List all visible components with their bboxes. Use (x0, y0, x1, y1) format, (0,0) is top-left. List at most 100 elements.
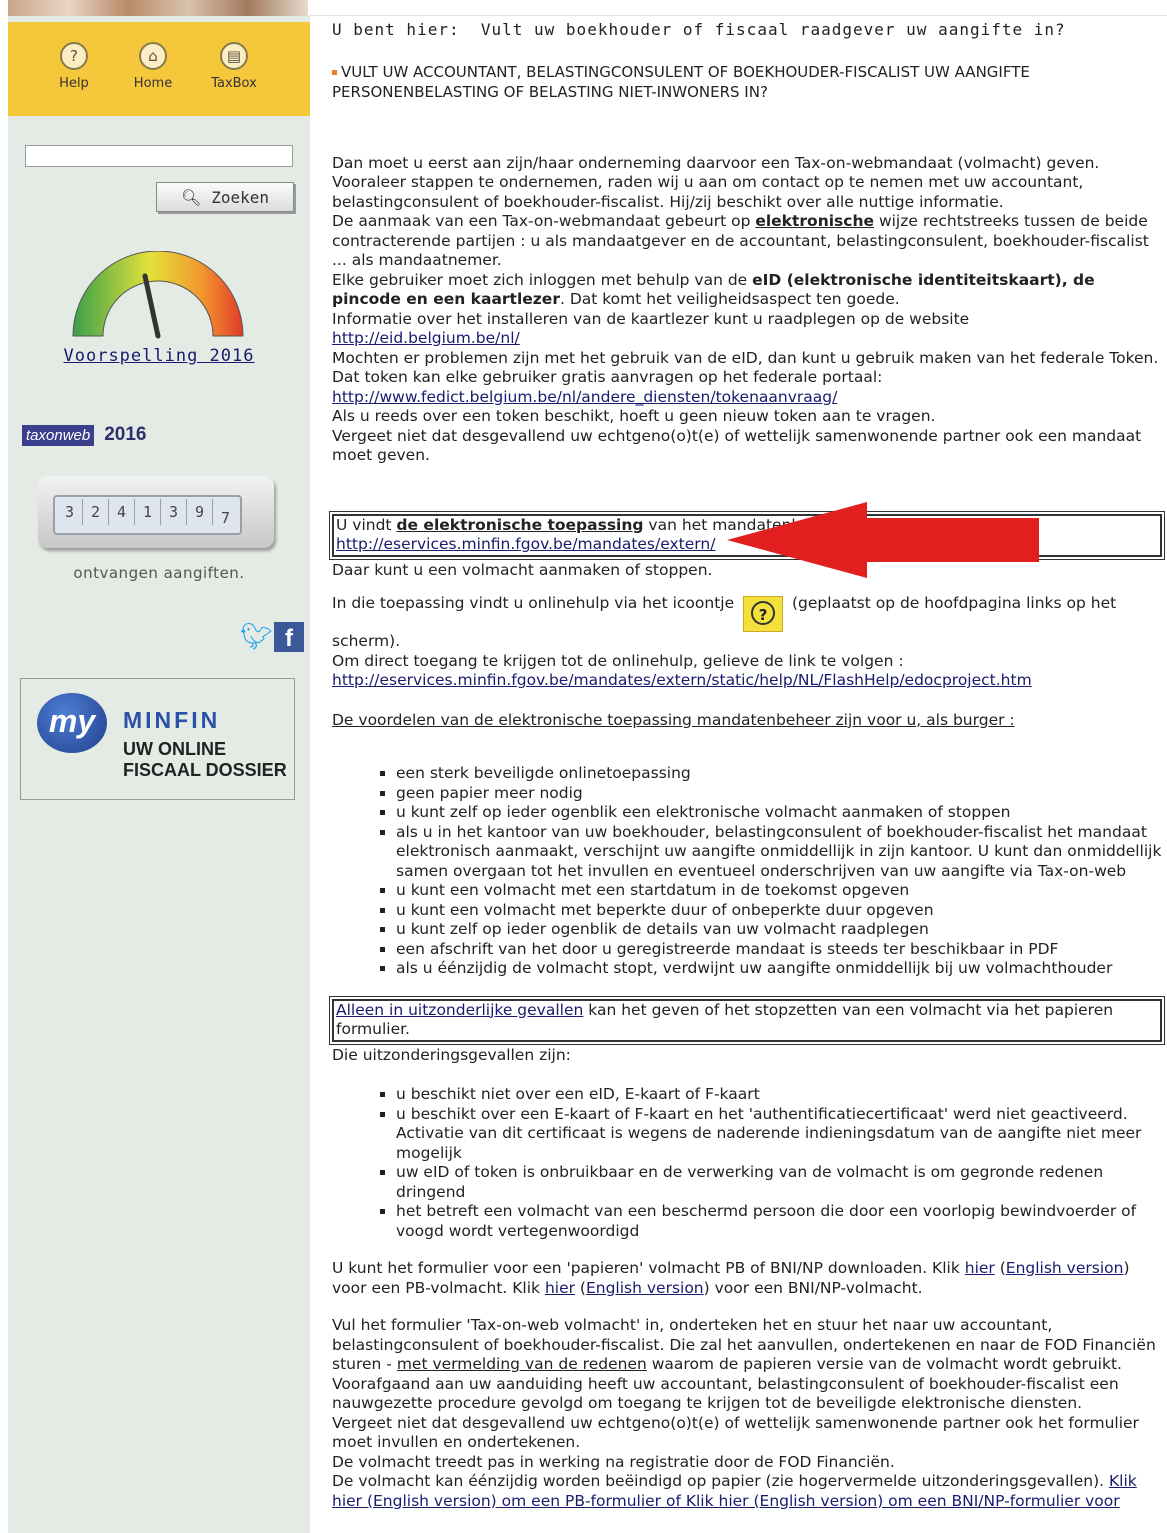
intro-p1: Dan moet u eerst aan zijn/haar ondernemi… (332, 153, 1100, 211)
final-p4: De volmacht treedt pas in werking na reg… (332, 1452, 895, 1471)
intro-p2-a: De aanmaak van een Tax-on-webmandaat geb… (332, 212, 756, 230)
intro-section: Dan moet u eerst aan zijn/haar ondernemi… (332, 154, 1162, 466)
list-item: u beschikt niet over een eID, E-kaart of… (396, 1085, 1162, 1105)
exception-box: Alleen in uitzonderlijke gevallen kan he… (329, 995, 1165, 1045)
list-item: geen papier meer nodig (396, 784, 1162, 804)
download-c: voor een BNI/NP-volmacht. (709, 1278, 923, 1297)
final-p5-a: De volmacht kan éénzijdig worden beëindi… (332, 1472, 1109, 1490)
home-label: Home (133, 76, 173, 91)
question-icon: ? (60, 42, 88, 70)
social-links: 🐦︎ f (240, 622, 304, 652)
forecast-gauge-icon (72, 251, 244, 339)
final-section: Vul het formulier 'Tax-on-web volmacht' … (332, 1316, 1162, 1511)
counter-digit: 7 (220, 509, 231, 527)
token-link[interactable]: http://www.fedict.belgium.be/nl/andere_d… (332, 388, 837, 406)
final-p1-underline: met vermelding van de redenen (396, 1355, 647, 1373)
linkbox-bold: de elektronische toepassing (396, 515, 644, 534)
list-item: u kunt een volmacht met beperkte duur of… (396, 901, 1162, 921)
pb-english-link[interactable]: English version (1006, 1259, 1124, 1277)
submission-counter: 3 2 4 1 3 9 7 (38, 476, 274, 548)
help-button[interactable]: ? Help (42, 42, 106, 91)
download-b: voor een PB-volmacht. Klik (332, 1278, 545, 1297)
list-item: het betreft een volmacht van een bescher… (396, 1202, 1162, 1241)
list-item: als u in het kantoor van uw boekhouder, … (396, 823, 1162, 882)
taxbox-button[interactable]: ▤ TaxBox (202, 42, 266, 91)
search-button-label: Zoeken (211, 187, 270, 207)
intro-p2-bold: elektronische (755, 212, 875, 230)
final-p5: De volmacht kan éénzijdig worden beëindi… (332, 1472, 1162, 1511)
linkbox-a: U vindt (336, 515, 397, 534)
exceptions-list: u beschikt niet over een eID, E-kaart of… (332, 1085, 1162, 1241)
red-arrow-icon (727, 501, 1039, 578)
myminfin-banner[interactable]: my MINFIN UW ONLINE FISCAAL DOSSIER (20, 678, 295, 800)
breadcrumb: U bent hier: Vult uw boekhouder of fisca… (332, 20, 1162, 40)
search-button[interactable]: 🔍︎ Zoeken (156, 182, 294, 212)
search-input[interactable] (25, 145, 293, 167)
received-label: ontvangen aangiften. (73, 564, 245, 582)
myminfin-subtitle: UW ONLINE FISCAAL DOSSIER (123, 739, 287, 781)
help-text-a: In die toepassing vindt u onlinehulp via… (332, 594, 735, 612)
advantages-list: een sterk beveiligde onlinetoepassing ge… (332, 764, 1162, 979)
mandates-link-box: U vindt de elektronische toepassing van … (329, 501, 1165, 578)
list-item: als u éénzijdig de volmacht stopt, verdw… (396, 959, 1162, 979)
main-content: U bent hier: Vult uw boekhouder of fisca… (329, 20, 1165, 1511)
final-p1: Vul het formulier 'Tax-on-web volmacht' … (332, 1316, 1162, 1375)
home-button[interactable]: ⌂ Home (121, 42, 185, 91)
download-a: U kunt het formulier voor een 'papieren'… (332, 1259, 965, 1277)
magnifier-icon: 🔍︎ (180, 187, 202, 207)
facebook-icon[interactable]: f (274, 622, 304, 652)
list-item: een afschrift van het door u geregistree… (396, 940, 1162, 960)
intro-p5: Mochten er problemen zijn met het gebrui… (332, 348, 1159, 387)
top-nav: ? Help ⌂ Home ▤ TaxBox (8, 22, 310, 116)
bni-english-link[interactable]: English version (586, 1279, 704, 1297)
forecast-link-text[interactable]: Voorspelling 2016 (64, 346, 255, 366)
intro-p3-a: Elke gebruiker moet zich inloggen met be… (332, 270, 753, 289)
pb-form-link[interactable]: hier (965, 1259, 995, 1277)
breadcrumb-label: U bent hier: (332, 20, 460, 39)
help-question-icon: ? (743, 596, 784, 632)
myminfin-logo-icon: my (37, 693, 107, 753)
intro-p3-c: . Dat komt het veiligheidsaspect ten goe… (559, 290, 900, 308)
header-banner-image (8, 0, 308, 16)
counter-digit: 2 (83, 499, 109, 525)
home-icon: ⌂ (139, 42, 167, 70)
myminfin-subtitle-line1: UW ONLINE (123, 739, 226, 759)
exception-link[interactable]: Alleen in uitzonderlijke gevallen (336, 1001, 583, 1019)
advantages-title: De voordelen van de elektronische toepas… (332, 710, 1015, 729)
list-item: u kunt een volmacht met een startdatum i… (396, 881, 1162, 901)
final-p2: Voorafgaand aan uw aanduiding heeft uw a… (332, 1374, 1119, 1413)
counter-digit: 1 (135, 499, 161, 525)
bni-form-link[interactable]: hier (545, 1279, 575, 1297)
bullet-square-icon (332, 69, 337, 75)
taxbox-icon: ▤ (220, 42, 248, 70)
list-item: uw eID of token is onbruikbaar en de ver… (396, 1163, 1162, 1202)
mandates-link[interactable]: http://eservices.minfin.fgov.be/mandates… (336, 535, 715, 553)
help-label: Help (59, 76, 89, 91)
twitter-icon[interactable]: 🐦︎ (240, 622, 273, 652)
myminfin-subtitle-line2: FISCAAL DOSSIER (123, 760, 287, 780)
counter-digit: 3 (57, 499, 83, 525)
intro-p7: Vergeet niet dat desgevallend uw echtgen… (332, 426, 1142, 465)
help-text: In die toepassing vindt u onlinehulp via… (332, 594, 1162, 652)
taxonweb-year: 2016 (104, 424, 147, 445)
header-divider (310, 15, 1167, 16)
list-item: een sterk beveiligde onlinetoepassing (396, 764, 1162, 784)
myminfin-title: MINFIN (123, 707, 221, 733)
counter-digits: 3 2 4 1 3 9 7 (53, 495, 242, 535)
eid-link[interactable]: http://eid.belgium.be/nl/ (332, 329, 520, 347)
forecast-link[interactable]: Voorspelling 2016 (8, 346, 310, 366)
exceptions-title: Die uitzonderingsgevallen zijn: (332, 1045, 571, 1064)
help-text-c: Om direct toegang te krijgen tot de onli… (332, 651, 904, 670)
list-item: u beschikt over een E-kaart of F-kaart e… (396, 1105, 1162, 1164)
intro-p3: Elke gebruiker moet zich inloggen met be… (332, 271, 1162, 310)
intro-p2: De aanmaak van een Tax-on-webmandaat geb… (332, 212, 1162, 271)
final-p1-c: waarom de papieren versie van de volmach… (646, 1355, 1122, 1373)
intro-p4: Informatie over het installeren van de k… (332, 309, 970, 328)
taxonweb-logo-text: taxonweb (22, 424, 95, 446)
breadcrumb-current: Vult uw boekhouder of fiscaal raadgever … (480, 20, 1066, 39)
counter-digit: 4 (109, 499, 135, 525)
help-link[interactable]: http://eservices.minfin.fgov.be/mandates… (332, 671, 1032, 689)
counter-digit: 3 (161, 499, 187, 525)
taxonweb-logo: taxonweb 2016 (22, 420, 147, 450)
list-item: u kunt zelf op ieder ogenblik een elektr… (396, 803, 1162, 823)
